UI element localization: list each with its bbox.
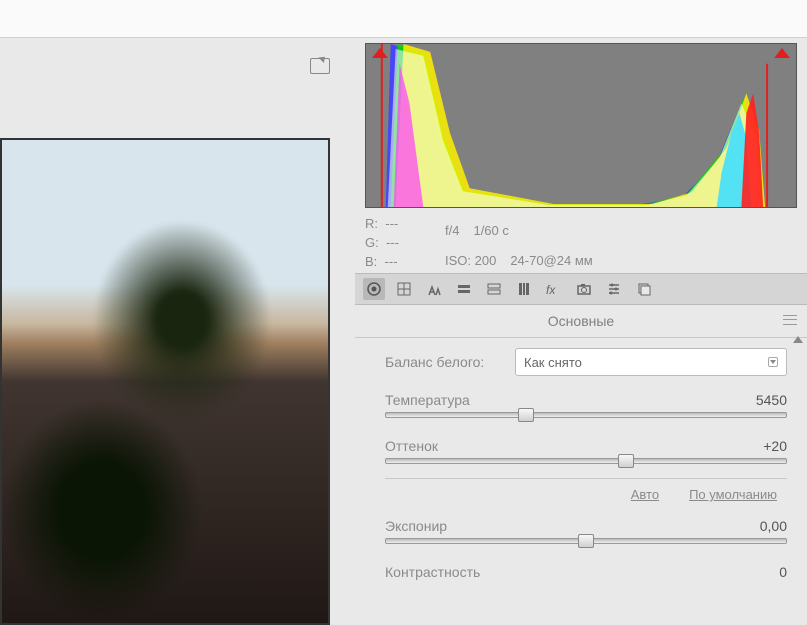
shutter-value: 1/60 с xyxy=(473,223,508,238)
tint-slider[interactable] xyxy=(385,458,787,464)
g-label: G: xyxy=(365,235,379,250)
histogram-curves xyxy=(366,44,781,207)
g-value: --- xyxy=(386,235,399,250)
export-icon[interactable] xyxy=(310,58,330,74)
temperature-slider[interactable] xyxy=(385,412,787,418)
exposure-label: Экспонир xyxy=(385,518,447,534)
basic-controls: Баланс белого: Как снято Температура 545… xyxy=(355,338,807,588)
lens-value: 24-70@24 мм xyxy=(510,253,592,268)
exposure-slider[interactable] xyxy=(385,538,787,544)
preview-panel xyxy=(0,38,355,625)
tint-value[interactable]: +20 xyxy=(763,438,787,454)
contrast-label: Контрастность xyxy=(385,564,480,580)
wb-selected-value: Как снято xyxy=(524,355,582,370)
tab-snapshots-icon[interactable] xyxy=(633,278,655,300)
contrast-value[interactable]: 0 xyxy=(779,564,787,580)
image-preview[interactable] xyxy=(0,138,330,625)
temperature-slider-row: Температура 5450 xyxy=(385,386,787,418)
default-link[interactable]: По умолчанию xyxy=(689,487,777,502)
r-label: R: xyxy=(365,216,378,231)
preview-content xyxy=(2,400,202,620)
tab-basic-icon[interactable] xyxy=(363,278,385,300)
slider-thumb[interactable] xyxy=(578,534,594,548)
tab-lens-icon[interactable] xyxy=(513,278,535,300)
exif-readout: R: --- G: --- B: --- f/4 1/60 с ISO: 200… xyxy=(355,208,807,273)
contrast-slider-row: Контрастность 0 xyxy=(385,558,787,584)
section-title: Основные xyxy=(548,313,614,329)
svg-text:fx: fx xyxy=(546,283,556,296)
exposure-value[interactable]: 0,00 xyxy=(760,518,787,534)
app-top-bar xyxy=(0,0,807,38)
temperature-label: Температура xyxy=(385,392,470,408)
slider-thumb[interactable] xyxy=(618,454,634,468)
histogram-area xyxy=(365,43,797,208)
auto-link[interactable]: Авто xyxy=(631,487,659,502)
tab-split-icon[interactable] xyxy=(483,278,505,300)
auto-default-links: Авто По умолчанию xyxy=(385,487,787,512)
divider xyxy=(385,478,787,479)
tab-detail-icon[interactable] xyxy=(423,278,445,300)
chevron-down-icon xyxy=(768,357,778,367)
white-balance-row: Баланс белого: Как снято xyxy=(385,348,787,376)
tint-label: Оттенок xyxy=(385,438,438,454)
iso-value: ISO: 200 xyxy=(445,253,496,268)
section-menu-icon[interactable] xyxy=(783,315,797,325)
wb-label: Баланс белого: xyxy=(385,354,515,370)
histogram[interactable] xyxy=(365,43,797,208)
tint-slider-row: Оттенок +20 xyxy=(385,432,787,464)
wb-dropdown[interactable]: Как снято xyxy=(515,348,787,376)
tab-hsl-icon[interactable] xyxy=(453,278,475,300)
r-value: --- xyxy=(385,216,398,231)
b-label: B: xyxy=(365,254,377,269)
tool-tab-strip: fx xyxy=(355,273,807,305)
temperature-value[interactable]: 5450 xyxy=(756,392,787,408)
section-header: Основные xyxy=(355,305,807,338)
tab-curve-icon[interactable] xyxy=(393,278,415,300)
slider-thumb[interactable] xyxy=(518,408,534,422)
main-layout: R: --- G: --- B: --- f/4 1/60 с ISO: 200… xyxy=(0,38,807,625)
preview-content xyxy=(92,220,272,420)
adjustments-panel: R: --- G: --- B: --- f/4 1/60 с ISO: 200… xyxy=(355,38,807,625)
tab-fx-icon[interactable]: fx xyxy=(543,278,565,300)
tab-presets-icon[interactable] xyxy=(603,278,625,300)
exposure-slider-row: Экспонир 0,00 xyxy=(385,512,787,544)
b-value: --- xyxy=(385,254,398,269)
scroll-up-icon[interactable] xyxy=(793,336,803,343)
aperture-value: f/4 xyxy=(445,223,459,238)
tab-camera-icon[interactable] xyxy=(573,278,595,300)
